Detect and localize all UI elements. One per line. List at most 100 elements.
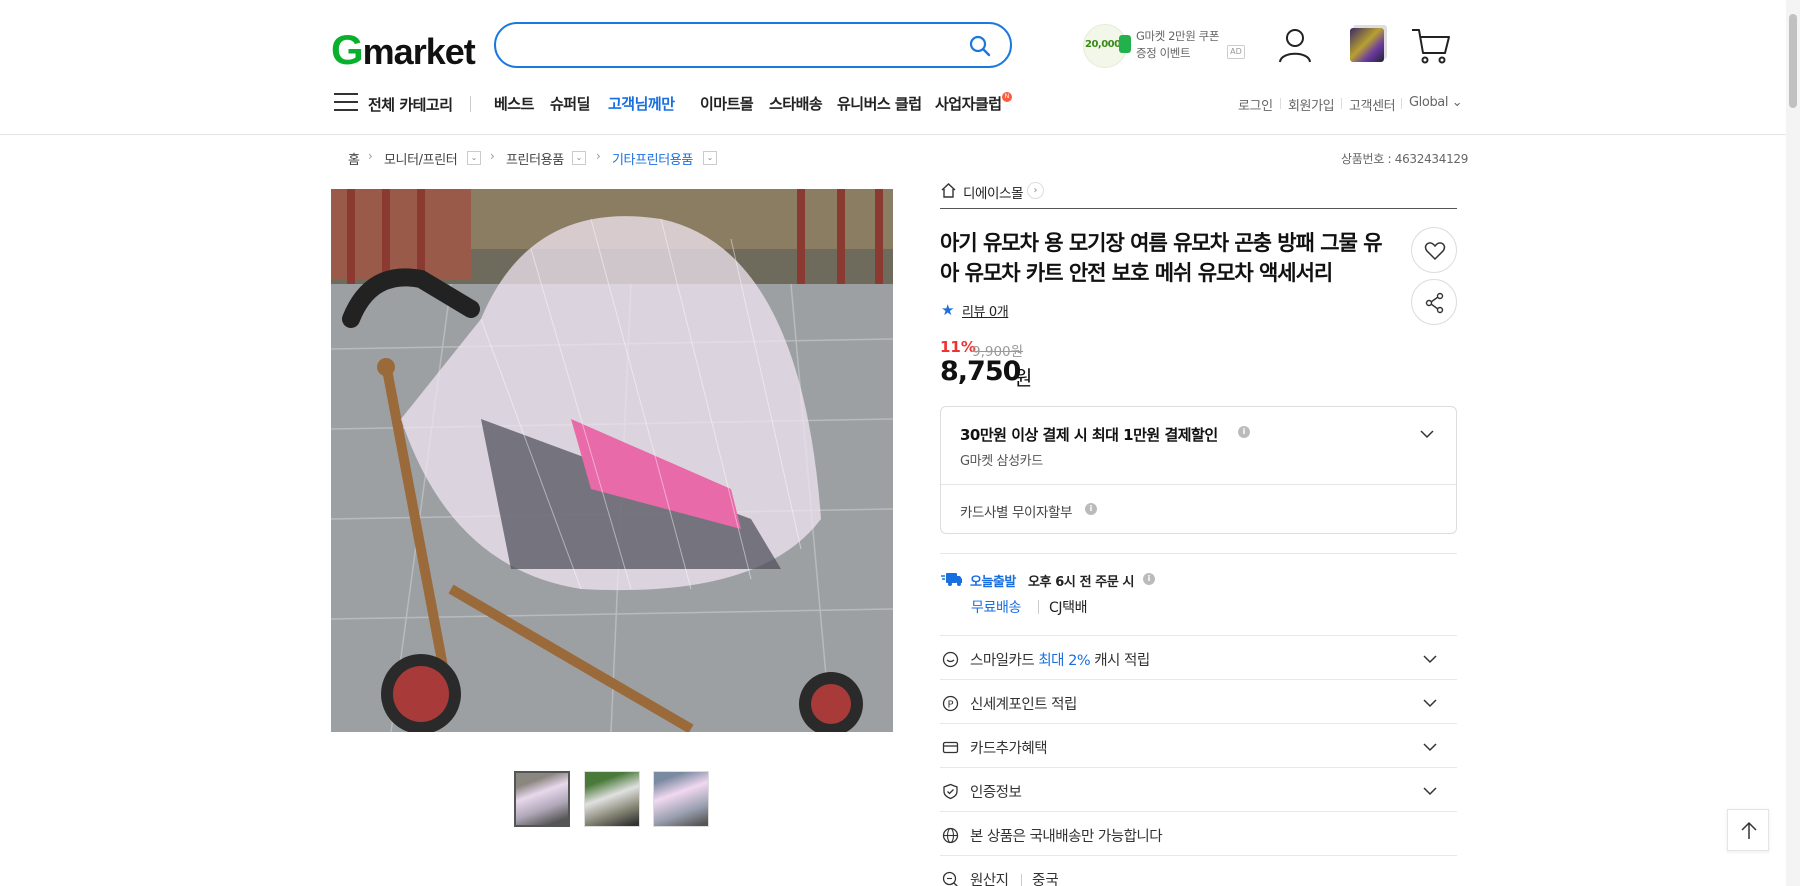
svg-text:P: P — [948, 700, 954, 711]
section-divider — [940, 635, 1457, 636]
info-icon[interactable]: i — [1238, 426, 1250, 438]
breadcrumb-monitor-printer[interactable]: 모니터/프린터 — [384, 149, 458, 168]
favorite-button[interactable] — [1411, 227, 1457, 273]
global-dropdown[interactable]: Global ⌄ — [1409, 95, 1463, 110]
util-divider — [1401, 98, 1402, 109]
coupon-text[interactable]: G마켓 2만원 쿠폰 증정 이벤트 — [1136, 28, 1219, 62]
nav-for-you[interactable]: 고객님께만 — [608, 93, 675, 114]
shinsegae-point-row[interactable]: 신세계포인트 적립 — [970, 693, 1077, 714]
nav-superdeal[interactable]: 슈퍼딜 — [550, 93, 590, 114]
smile-card-row[interactable]: 스마일카드 최대 2% 캐시 적립 — [970, 649, 1150, 670]
util-divider — [1341, 98, 1342, 109]
card-benefit-sub: G마켓 삼성카드 — [960, 454, 1043, 469]
thumbnail-3[interactable] — [653, 771, 709, 827]
carrier-name: CJ택배 — [1049, 600, 1088, 616]
chevron-down-icon[interactable] — [1421, 650, 1439, 668]
share-button[interactable] — [1411, 279, 1457, 325]
chevron-right-icon: › — [490, 149, 495, 163]
chevron-right-icon: › — [368, 149, 373, 163]
chevron-down-icon[interactable]: ⌄ — [467, 151, 481, 165]
recent-viewed-icon[interactable] — [1350, 28, 1384, 62]
certification-row[interactable]: 인증정보 — [970, 781, 1022, 802]
nav-emart[interactable]: 이마트몰 — [700, 93, 754, 114]
section-divider — [940, 855, 1457, 856]
point-icon: P — [942, 695, 959, 712]
all-category-button[interactable]: 전체 카테고리 — [368, 94, 453, 115]
today-ship-label: 오늘출발 — [970, 575, 1016, 590]
section-divider — [940, 767, 1457, 768]
card-extra-benefit-row[interactable]: 카드추가혜택 — [970, 737, 1048, 758]
breadcrumb-home[interactable]: 홈 — [348, 149, 360, 168]
nav-best[interactable]: 베스트 — [494, 93, 534, 114]
card-box-divider — [941, 484, 1456, 485]
section-divider — [940, 723, 1457, 724]
chevron-down-icon[interactable]: ⌄ — [572, 151, 586, 165]
product-title: 아기 유모차 용 모기장 여름 유모차 곤충 방패 그물 유아 유모차 카트 안… — [940, 231, 1383, 285]
back-to-top-button[interactable] — [1727, 809, 1769, 851]
signup-link[interactable]: 회원가입 — [1288, 95, 1335, 114]
search-box[interactable] — [494, 22, 1012, 68]
thumbnail-2[interactable] — [584, 771, 640, 827]
today-ship-time: 오후 6시 전 주문 시 — [1028, 575, 1135, 590]
origin-divider — [1021, 874, 1022, 886]
search-icon[interactable] — [968, 34, 992, 58]
login-link[interactable]: 로그인 — [1238, 95, 1273, 114]
info-icon[interactable]: i — [1143, 573, 1155, 585]
section-divider — [940, 811, 1457, 812]
section-divider — [940, 553, 1457, 554]
thumbnail-1[interactable] — [514, 771, 570, 827]
sale-price: 8,750 — [940, 356, 1021, 387]
ad-badge: AD — [1227, 45, 1245, 59]
chevron-right-icon[interactable]: › — [1027, 182, 1044, 199]
info-icon[interactable]: i — [1085, 503, 1097, 515]
shipping-divider — [1038, 600, 1039, 614]
search-origin-icon — [942, 871, 958, 886]
coupon-amount: 20,000 — [1085, 39, 1121, 50]
nav-divider — [470, 96, 471, 112]
section-divider — [940, 679, 1457, 680]
origin-label: 원산지 — [970, 873, 1009, 886]
nav-star-delivery[interactable]: 스타배송 — [769, 93, 823, 114]
discount-rate: 11% — [940, 338, 976, 356]
review-link[interactable]: 리뷰 0개 — [962, 301, 1009, 320]
customer-center-link[interactable]: 고객센터 — [1349, 95, 1396, 114]
star-icon: ★ — [941, 301, 955, 319]
shield-icon — [943, 783, 958, 800]
globe-icon — [942, 827, 959, 844]
scrollbar-thumb[interactable] — [1789, 14, 1797, 108]
product-number: 상품번호 : 4632434129 — [1341, 152, 1469, 166]
nav-business-club[interactable]: 사업자클럽 — [935, 93, 1002, 114]
stroller-photo — [331, 189, 893, 732]
product-main-image[interactable] — [331, 189, 893, 732]
smile-card-icon — [942, 651, 959, 668]
util-divider — [1280, 98, 1281, 109]
breadcrumb-printer-supplies[interactable]: 프린터용품 — [506, 149, 564, 168]
heart-icon — [1424, 242, 1446, 261]
menu-icon[interactable] — [334, 92, 358, 112]
breadcrumb-other-printer-supplies[interactable]: 기타프린터용품 — [612, 149, 693, 168]
my-page-icon[interactable] — [1277, 26, 1313, 64]
shop-divider — [940, 208, 1457, 209]
chevron-down-icon[interactable] — [1418, 425, 1436, 443]
free-shipping: 무료배송 — [971, 600, 1021, 616]
cart-icon[interactable] — [1410, 25, 1452, 65]
truck-icon — [941, 573, 962, 586]
search-input[interactable] — [514, 34, 934, 56]
chevron-down-icon[interactable] — [1421, 694, 1439, 712]
coupon-badge — [1119, 35, 1131, 53]
chevron-down-icon[interactable] — [1421, 738, 1439, 756]
new-badge: N — [1002, 92, 1012, 102]
shop-name[interactable]: 디에이스몰 — [963, 182, 1024, 202]
scrollbar-track[interactable] — [1786, 0, 1800, 886]
arrow-up-icon — [1741, 821, 1757, 839]
card-icon — [942, 741, 959, 754]
chevron-down-icon[interactable]: ⌄ — [703, 151, 717, 165]
gmarket-logo[interactable]: Gmarket — [331, 26, 476, 74]
nav-universe-club[interactable]: 유니버스 클럽 — [837, 93, 922, 114]
share-icon — [1425, 292, 1444, 314]
card-benefit-title: 30만원 이상 결제 시 최대 1만원 결제할인 — [960, 426, 1218, 444]
origin-value: 중국 — [1032, 873, 1059, 886]
chevron-down-icon[interactable] — [1421, 782, 1439, 800]
domestic-only-notice: 본 상품은 국내배송만 가능합니다 — [970, 829, 1163, 845]
chevron-right-icon: › — [596, 149, 601, 163]
